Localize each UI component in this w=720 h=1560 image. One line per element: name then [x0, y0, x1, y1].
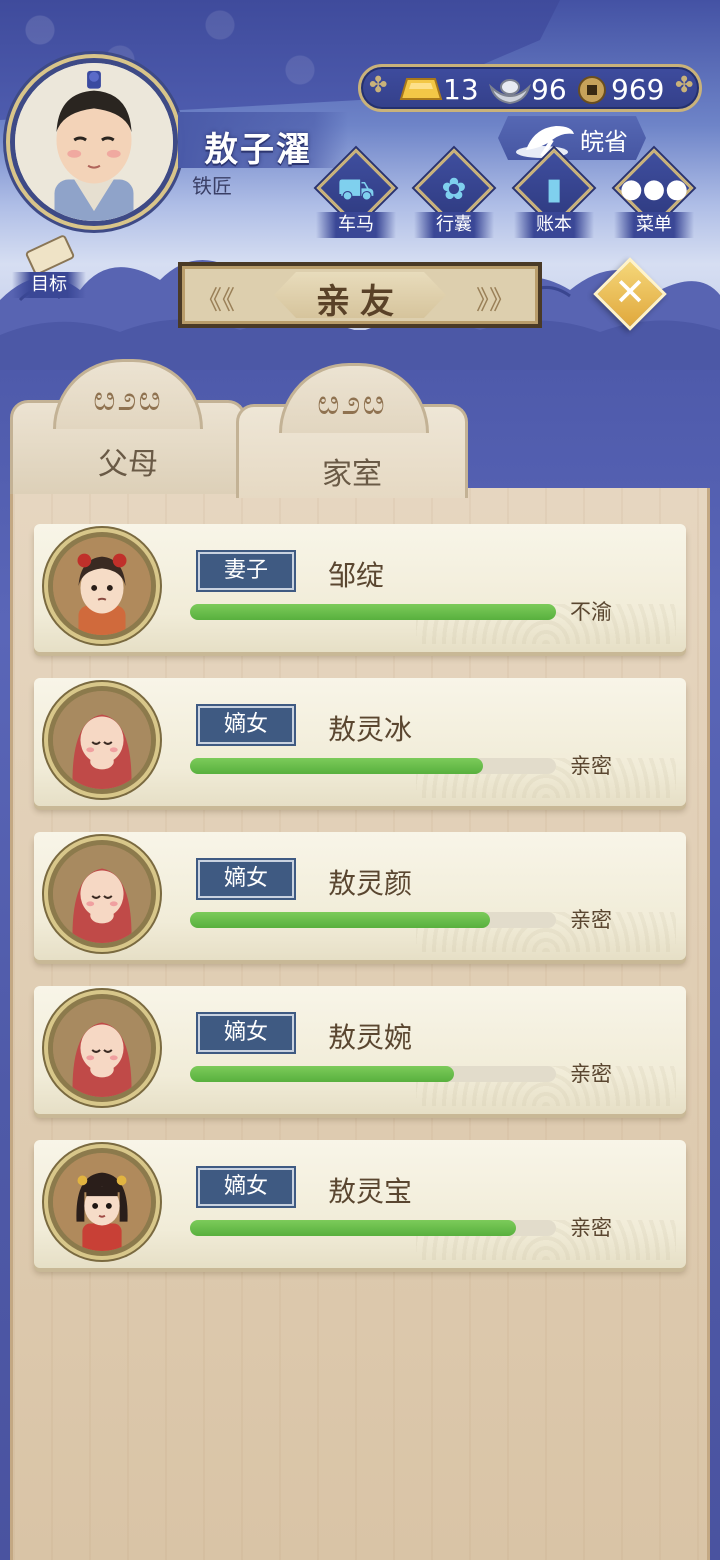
bond-progress-fill — [190, 758, 483, 774]
scroll-icon — [24, 233, 76, 277]
nav-ledger-button[interactable]: ▮ 账本 — [512, 148, 596, 240]
carriage-icon: ⛟ — [337, 172, 375, 207]
tab-parents-label: 父母 — [98, 447, 158, 482]
member-avatar[interactable] — [48, 840, 156, 948]
bond-progress-bar — [190, 1066, 556, 1082]
silver-ingot-icon — [489, 79, 531, 105]
nav-carriage-button[interactable]: ⛟ 车马 — [314, 148, 398, 240]
gold-currency: 13 — [399, 75, 479, 105]
bond-progress-fill — [190, 912, 490, 928]
member-name: 敖灵婉 — [328, 1021, 413, 1054]
menu-dots-icon: ●●● — [619, 174, 689, 204]
tab-parents[interactable]: ೞ೨ೞ 父母 — [10, 359, 246, 494]
member-name: 敖灵颜 — [328, 867, 413, 900]
ledger-icon: ▮ — [545, 172, 563, 207]
member-avatar[interactable] — [48, 1148, 156, 1256]
member-role-badge: 妻子 — [196, 550, 296, 592]
member-avatar[interactable] — [48, 994, 156, 1102]
baby-portrait-icon — [53, 691, 151, 789]
silver-currency: 96 — [489, 75, 567, 105]
tab-household[interactable]: ೞ೨ೞ 家室 — [236, 363, 468, 498]
bamboo-left-icon: ✤ — [369, 73, 388, 98]
close-icon[interactable]: ✕ — [604, 266, 656, 318]
bond-level-label: 亲密 — [570, 1062, 612, 1086]
bond-progress-fill — [190, 604, 556, 620]
adult-woman-portrait-icon — [53, 537, 151, 635]
swirl-ornament-icon: ೞ೨ೞ — [93, 379, 163, 419]
member-role-badge: 嫡女 — [196, 1012, 296, 1054]
bond-progress-bar — [190, 758, 556, 774]
coin-currency: 969 — [577, 75, 664, 105]
member-avatar[interactable] — [48, 686, 156, 794]
baby-portrait-icon — [53, 845, 151, 943]
player-occupation: 铁匠 — [192, 174, 232, 198]
tab-household-label: 家室 — [322, 457, 382, 492]
nav-carriage-label: 车马 — [316, 212, 396, 238]
region-label: 皖省 — [580, 128, 628, 156]
bond-level-label: 亲密 — [570, 754, 612, 778]
bond-progress-bar — [190, 912, 556, 928]
goal-label: 目标 — [12, 272, 86, 298]
member-name: 敖灵宝 — [328, 1175, 413, 1208]
bamboo-right-icon: ✤ — [675, 73, 694, 98]
panel-title-banner: 《《 亲友 》》 — [178, 262, 542, 328]
girl-portrait-icon — [53, 1153, 151, 1251]
bundle-icon: ✿ — [441, 172, 467, 207]
nav-bundle-label: 行囊 — [414, 212, 494, 238]
currency-bar: ✤ 13 96 969 ✤ — [358, 64, 702, 112]
bond-progress-bar — [190, 1220, 556, 1236]
gold-amount: 13 — [443, 73, 479, 106]
bond-progress-bar — [190, 604, 556, 620]
bond-progress-fill — [190, 1066, 454, 1082]
bond-level-label: 亲密 — [570, 1216, 612, 1240]
region-map-icon — [516, 126, 574, 158]
gold-bar-icon — [399, 78, 443, 100]
member-avatar[interactable] — [48, 532, 156, 640]
member-name: 敖灵冰 — [328, 713, 413, 746]
player-portrait-icon — [15, 63, 173, 221]
player-name: 敖子濯 — [204, 130, 312, 170]
copper-coin-icon — [578, 76, 606, 104]
family-member-card[interactable]: 嫡女 敖灵颜亲密 — [34, 832, 686, 960]
family-member-card[interactable]: 妻子 邹绽不渝 — [34, 524, 686, 652]
family-member-card[interactable]: 嫡女 敖灵宝亲密 — [34, 1140, 686, 1268]
swirl-ornament-icon: ೞ೨ೞ — [317, 383, 387, 423]
nav-ledger-label: 账本 — [514, 212, 594, 238]
family-member-card[interactable]: 嫡女 敖灵婉亲密 — [34, 986, 686, 1114]
member-role-badge: 嫡女 — [196, 704, 296, 746]
nav-bundle-button[interactable]: ✿ 行囊 — [412, 148, 496, 240]
coin-amount: 969 — [611, 73, 665, 106]
player-avatar[interactable] — [10, 58, 178, 226]
nav-menu-label: 菜单 — [614, 212, 694, 238]
goal-button[interactable]: 目标 — [12, 233, 86, 298]
member-role-badge: 嫡女 — [196, 1166, 296, 1208]
chevron-right-icon: 》》 — [476, 286, 516, 316]
member-name: 邹绽 — [328, 559, 385, 592]
silver-amount: 96 — [531, 73, 567, 106]
member-role-badge: 嫡女 — [196, 858, 296, 900]
bond-level-label: 不渝 — [570, 600, 612, 624]
bond-progress-fill — [190, 1220, 516, 1236]
nav-menu-button[interactable]: ●●● 菜单 — [612, 148, 696, 240]
bond-level-label: 亲密 — [570, 908, 612, 932]
family-member-card[interactable]: 嫡女 敖灵冰亲密 — [34, 678, 686, 806]
baby-portrait-icon — [53, 999, 151, 1097]
